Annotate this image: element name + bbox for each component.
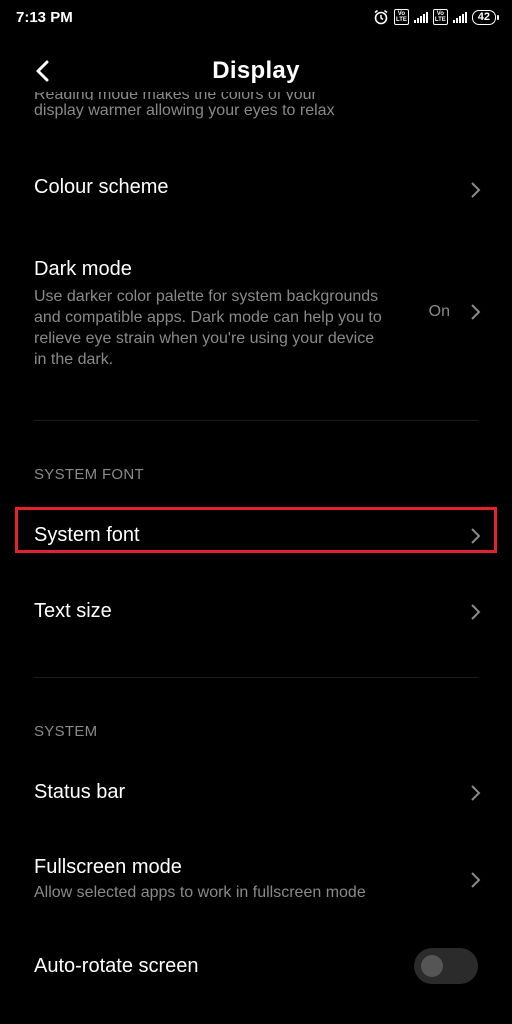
section-label-system: SYSTEM <box>34 723 98 740</box>
battery-icon: 42 <box>471 9 500 25</box>
back-arrow-icon <box>36 60 49 82</box>
signal-icon <box>413 11 428 23</box>
dark-mode-value: On <box>428 303 450 320</box>
fullscreen-mode-item[interactable]: Fullscreen mode Allow selected apps to w… <box>0 854 512 910</box>
alarm-icon <box>374 9 388 25</box>
chevron-right-icon <box>471 528 481 544</box>
header: Display <box>0 48 512 94</box>
auto-rotate-item[interactable]: Auto-rotate screen <box>0 948 512 993</box>
divider <box>34 677 478 678</box>
fullscreen-mode-title: Fullscreen mode <box>34 856 182 878</box>
dark-mode-desc: Use darker color palette for system back… <box>34 288 382 368</box>
auto-rotate-toggle[interactable] <box>414 948 478 984</box>
volte-icon-2: Vo LTE <box>432 9 448 25</box>
section-label-system-font: SYSTEM FONT <box>34 466 144 483</box>
dark-mode-title: Dark mode <box>34 258 132 280</box>
status-bar-item[interactable]: Status bar <box>0 779 512 819</box>
chevron-right-icon <box>471 872 481 888</box>
system-font-item[interactable]: System font <box>0 522 512 562</box>
text-size-title: Text size <box>34 600 112 622</box>
chevron-right-icon <box>471 604 481 620</box>
reading-mode-desc: display warmer allowing your eyes to rel… <box>34 102 335 119</box>
status-bar-title: Status bar <box>34 781 126 803</box>
back-button[interactable] <box>26 54 60 88</box>
fullscreen-mode-desc: Allow selected apps to work in fullscree… <box>34 884 366 901</box>
settings-list[interactable]: Reading mode makes the colors of your di… <box>0 92 512 1024</box>
battery-level: 42 <box>477 10 490 23</box>
chevron-right-icon <box>471 182 481 198</box>
colour-scheme-item[interactable]: Colour scheme <box>0 174 512 214</box>
auto-rotate-title: Auto-rotate screen <box>34 955 199 977</box>
toggle-knob <box>421 955 443 977</box>
status-icons: Vo LTE Vo LTE 42 <box>373 9 500 25</box>
volte-icon: Vo LTE <box>393 9 409 25</box>
reading-mode-item[interactable]: Reading mode makes the colors of your di… <box>0 92 512 121</box>
system-font-title: System font <box>34 524 140 546</box>
dark-mode-item[interactable]: Dark mode Use darker color palette for s… <box>0 256 512 376</box>
status-time: 7:13 PM <box>16 8 73 26</box>
chevron-right-icon <box>471 785 481 801</box>
chevron-right-icon <box>471 304 481 320</box>
reading-mode-desc-partial: Reading mode makes the colors of your <box>34 92 478 100</box>
signal-icon-2 <box>452 11 467 23</box>
status-bar: 7:13 PM Vo LTE Vo LTE 42 <box>0 0 512 34</box>
text-size-item[interactable]: Text size <box>0 598 512 638</box>
colour-scheme-title: Colour scheme <box>34 176 169 198</box>
page-title: Display <box>212 57 300 84</box>
divider <box>34 420 478 421</box>
